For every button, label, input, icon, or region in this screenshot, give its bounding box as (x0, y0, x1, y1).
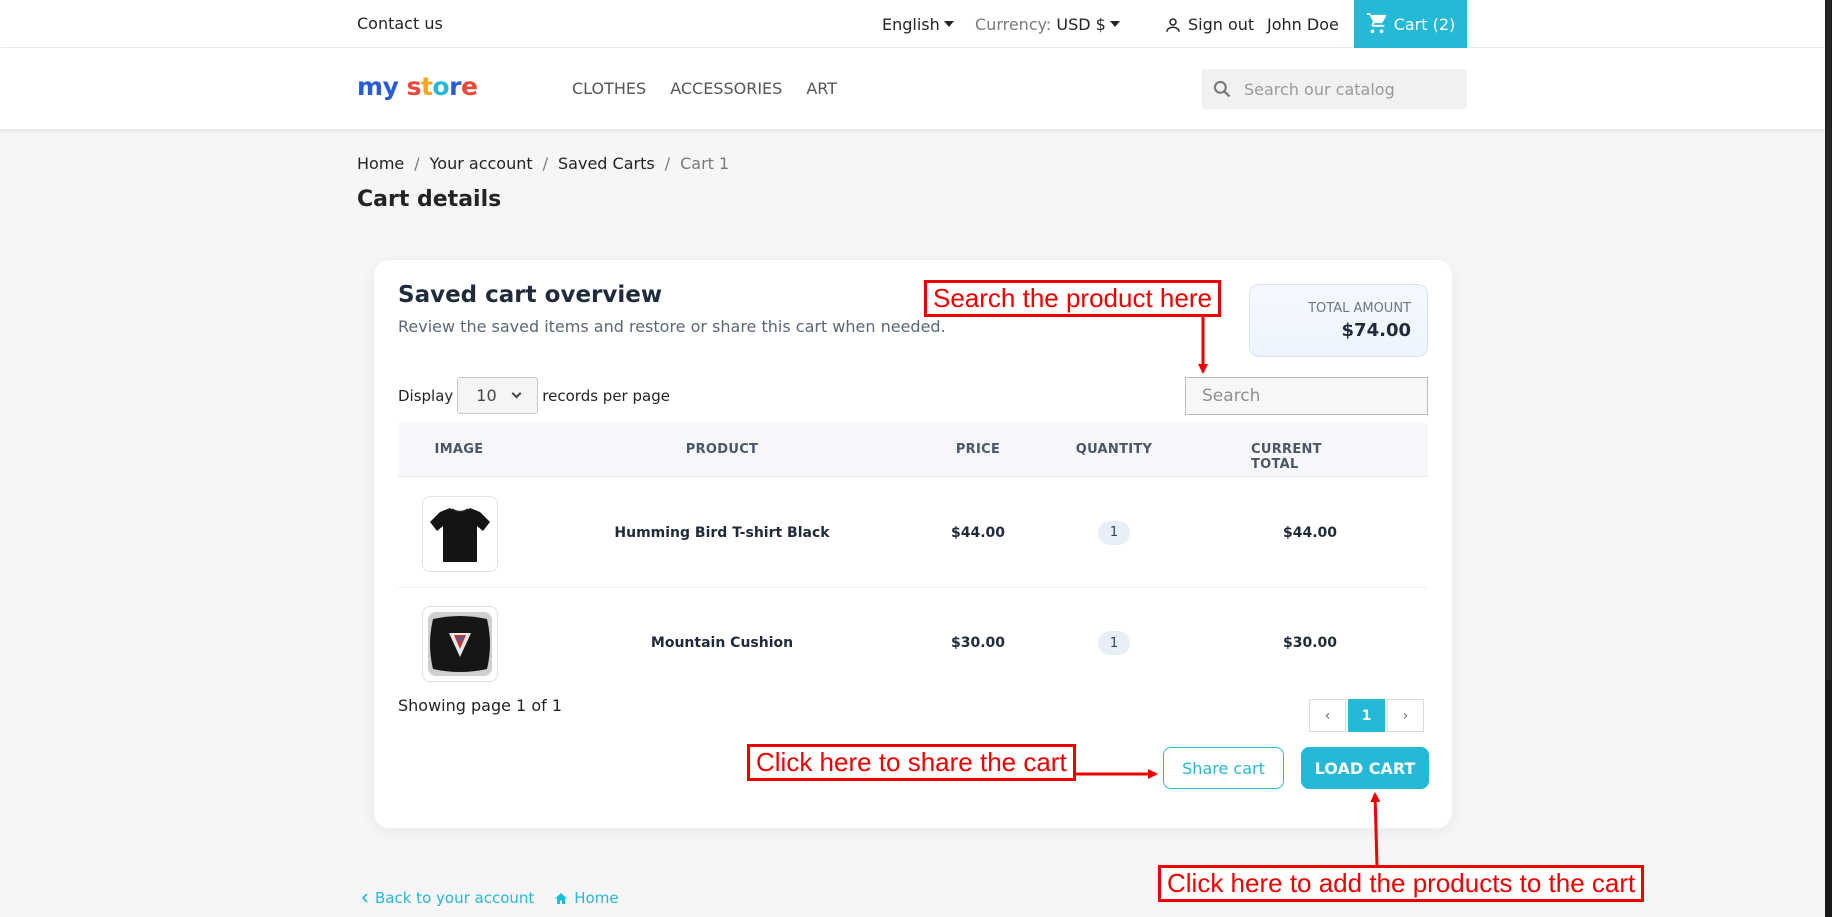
nav-clothes[interactable]: CLOTHES (572, 79, 646, 98)
cushion-icon (428, 612, 492, 676)
total-amount-value: $74.00 (1341, 320, 1411, 341)
load-cart-button[interactable]: LOAD CART (1301, 747, 1429, 789)
page-scrollbar[interactable] (1825, 0, 1832, 917)
display-label: Display (398, 386, 454, 405)
breadcrumb-separator: / (414, 154, 420, 173)
nav-art[interactable]: ART (806, 79, 837, 98)
catalog-search-placeholder: Search our catalog (1244, 79, 1395, 99)
top-bar: Contact us English Currency: USD $ Sign … (0, 0, 1825, 48)
main-nav: CLOTHES ACCESSORIES ART (572, 79, 837, 98)
breadcrumb-your-account[interactable]: Your account (430, 154, 533, 173)
product-name[interactable]: Mountain Cushion (651, 635, 793, 651)
breadcrumb-saved-carts[interactable]: Saved Carts (558, 154, 655, 173)
pagination-page-1[interactable]: 1 (1348, 699, 1385, 732)
table-row: Mountain Cushion $30.00 1 $30.00 (398, 588, 1428, 698)
currency-value: USD $ (1056, 15, 1106, 34)
catalog-search-input[interactable]: Search our catalog (1202, 69, 1467, 109)
logo-letter: s (406, 72, 422, 101)
currency-label: Currency: (975, 15, 1052, 34)
nav-accessories[interactable]: ACCESSORIES (670, 79, 782, 98)
breadcrumb: Home / Your account / Saved Carts / Cart… (357, 154, 729, 173)
cart-label: Cart (2) (1393, 14, 1456, 34)
shopping-cart-icon (1366, 13, 1386, 34)
annotation-load: Click here to add the products to the ca… (1158, 865, 1645, 902)
row-total: $30.00 (1282, 635, 1338, 651)
breadcrumb-home[interactable]: Home (357, 154, 404, 173)
chevron-left-icon (361, 893, 368, 903)
logo-letter: e (460, 72, 478, 101)
total-amount-box: TOTAL AMOUNT $74.00 (1249, 284, 1428, 357)
total-amount-label: TOTAL AMOUNT (1308, 301, 1411, 316)
back-to-account-label: Back to your account (375, 889, 535, 907)
back-to-account-link[interactable]: Back to your account (361, 889, 534, 907)
pagination-prev-button[interactable]: ‹ (1309, 699, 1346, 732)
logo-letter: y (382, 72, 399, 101)
logo-letter: m (357, 72, 383, 101)
home-icon (555, 892, 568, 904)
per-page-select[interactable]: 10 (457, 377, 539, 414)
records-label: records per page (542, 386, 670, 405)
column-product: PRODUCT (685, 442, 759, 457)
search-icon (1213, 80, 1231, 98)
table-row: Humming Bird T-shirt Black $44.00 1 $44.… (398, 478, 1428, 588)
home-link[interactable]: Home (554, 889, 619, 907)
per-page-value: 10 (476, 386, 497, 405)
logo-letter (398, 72, 406, 101)
quantity-badge: 1 (1098, 520, 1130, 545)
share-cart-button[interactable]: Share cart (1163, 747, 1284, 789)
logo-letter: r (449, 72, 461, 101)
store-logo[interactable]: my store (357, 72, 478, 101)
records-per-page: Display 10 records per page (398, 377, 670, 414)
breadcrumb-separator: / (542, 154, 549, 173)
product-image[interactable] (422, 606, 498, 682)
product-name[interactable]: Humming Bird T-shirt Black (614, 525, 829, 541)
caret-down-icon (1109, 21, 1120, 27)
table-header: IMAGE PRODUCT PRICE QUANTITY CURRENT TOT… (398, 423, 1428, 477)
column-current-total: CURRENT TOTAL (1251, 442, 1322, 472)
language-selector[interactable]: English (882, 15, 954, 34)
product-price: $30.00 (950, 635, 1006, 651)
breadcrumb-separator: / (664, 154, 671, 173)
pagination-next-button[interactable]: › (1387, 699, 1424, 732)
column-image: IMAGE (434, 442, 484, 457)
main-header: my store CLOTHES ACCESSORIES ART Search … (0, 48, 1825, 129)
breadcrumb-current: Cart 1 (680, 154, 730, 173)
card-title: Saved cart overview (398, 282, 663, 308)
page-title: Cart details (357, 187, 502, 212)
caret-down-icon (943, 21, 954, 27)
column-price: PRICE (955, 442, 1001, 457)
pagination-info: Showing page 1 of 1 (398, 696, 562, 715)
contact-us-link[interactable]: Contact us (357, 14, 443, 33)
sign-out-label: Sign out (1188, 15, 1255, 34)
chevron-down-icon (511, 388, 522, 399)
cart-button[interactable]: Cart (2) (1354, 0, 1467, 48)
card-subtitle: Review the saved items and restore or sh… (398, 317, 946, 336)
annotation-search: Search the product here (924, 280, 1221, 317)
logo-letter: o (432, 72, 450, 101)
pagination: ‹ 1 › (1309, 699, 1424, 732)
annotation-share: Click here to share the cart (747, 744, 1076, 781)
user-icon (1166, 17, 1180, 32)
currency-selector[interactable]: Currency: USD $ (975, 15, 1120, 34)
footer-links: Back to your account Home (361, 889, 619, 907)
product-price: $44.00 (950, 524, 1006, 541)
tshirt-black-icon (430, 508, 490, 562)
logo-letter: t (420, 72, 433, 101)
language-label: English (882, 15, 940, 34)
product-image[interactable] (422, 496, 498, 572)
quantity-badge: 1 (1098, 631, 1130, 655)
user-account-link[interactable]: John Doe (1267, 15, 1339, 34)
scrollbar-thumb[interactable] (1826, 0, 1831, 680)
column-quantity: QUANTITY (1075, 442, 1153, 457)
row-total: $44.00 (1282, 524, 1338, 541)
sign-out-link[interactable]: Sign out (1164, 15, 1254, 34)
table-search-input[interactable]: Search (1185, 377, 1428, 415)
home-label: Home (574, 889, 619, 907)
